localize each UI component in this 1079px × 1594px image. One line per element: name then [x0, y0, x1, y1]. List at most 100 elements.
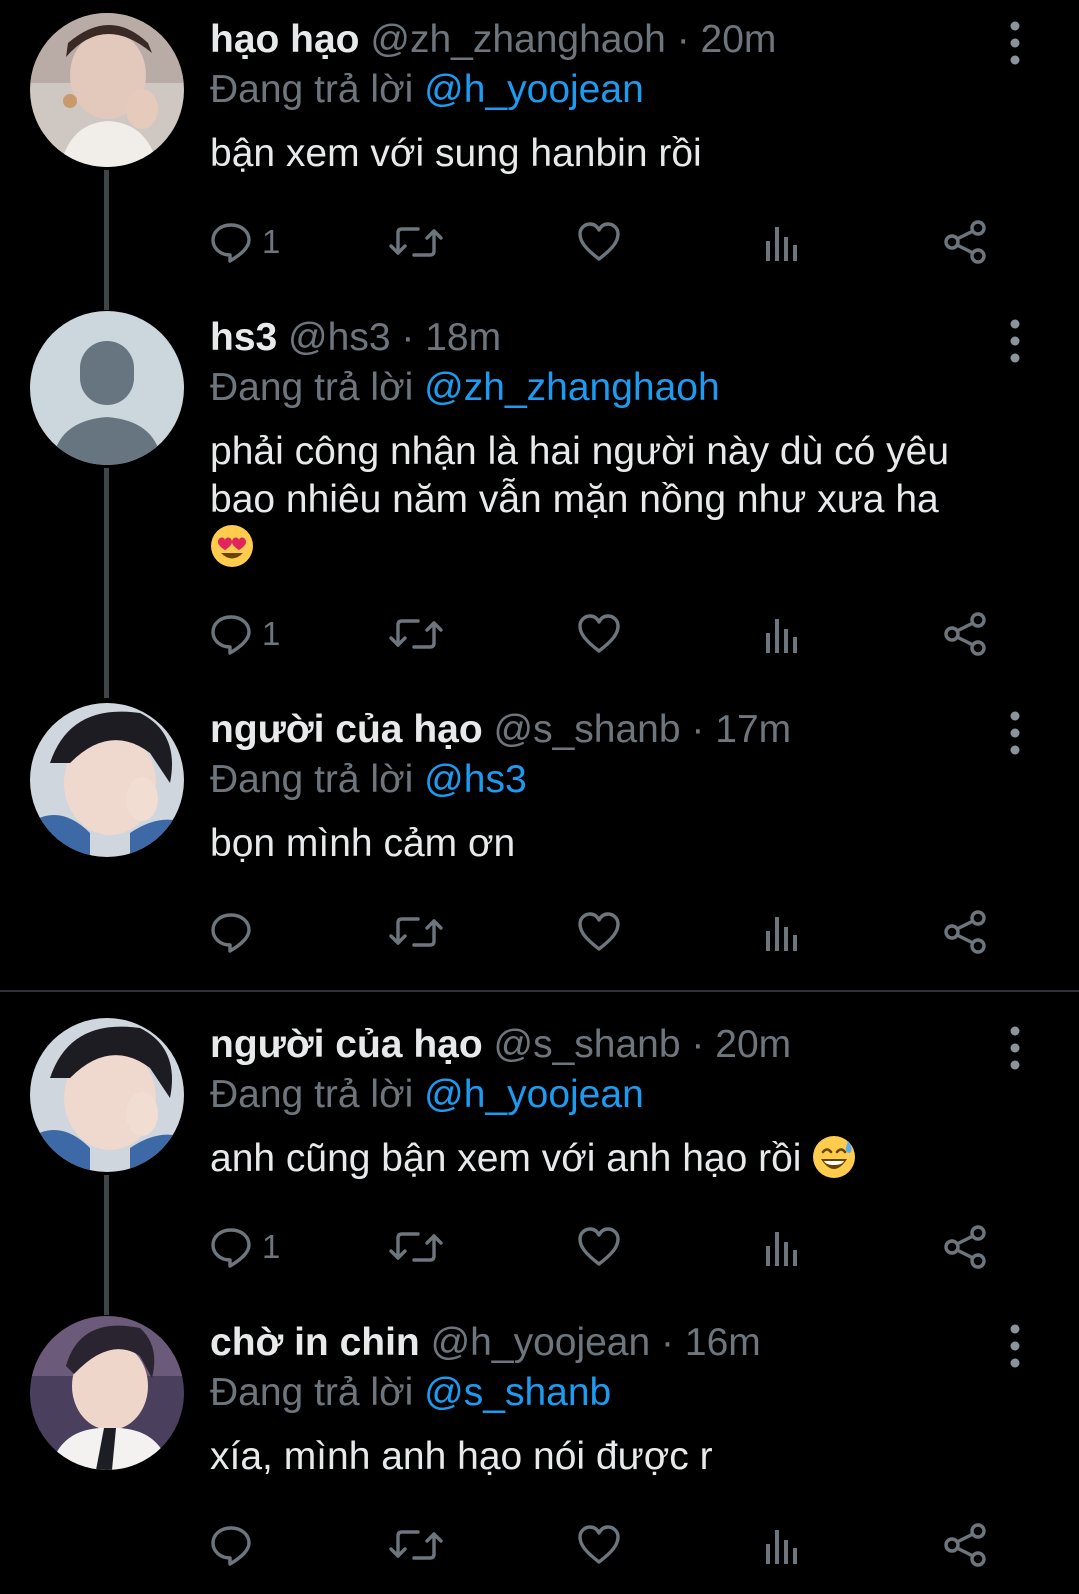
replying-prefix: Đang trả lời [210, 1371, 414, 1414]
retweet-icon [388, 1224, 444, 1270]
tweet-actions: 1 [0, 604, 1079, 664]
retweet-button[interactable] [388, 1515, 444, 1575]
analytics-button[interactable] [762, 604, 802, 664]
reply-button[interactable] [208, 1515, 262, 1575]
retweet-icon [388, 909, 444, 955]
timestamp[interactable]: 20m [701, 18, 777, 61]
share-icon [942, 611, 990, 657]
tweet-text-line: phải công nhận là hai người này dù có yê… [210, 430, 950, 473]
reply-count: 1 [262, 615, 281, 652]
mention-link[interactable]: @hs3 [424, 758, 526, 801]
retweet-button[interactable] [388, 604, 444, 664]
user-handle[interactable]: @s_shanb [494, 1023, 681, 1066]
separator-dot: · [691, 708, 705, 751]
avatar[interactable] [30, 1316, 184, 1470]
more-options-icon[interactable] [1000, 1321, 1030, 1371]
analytics-button[interactable] [762, 902, 802, 962]
like-button[interactable] [576, 1217, 622, 1277]
tweet-actions [0, 1515, 1079, 1575]
retweet-button[interactable] [388, 1217, 444, 1277]
share-button[interactable] [942, 212, 990, 272]
more-options-icon[interactable] [1000, 708, 1030, 758]
reply-count: 1 [262, 223, 281, 260]
avatar[interactable] [30, 311, 184, 465]
share-icon [942, 1522, 990, 1568]
timestamp[interactable]: 20m [715, 1023, 791, 1066]
display-name[interactable]: hs3 [210, 316, 277, 359]
analytics-icon [762, 611, 802, 657]
tweet-header: hạo hạo @zh_zhanghaoh · 20m [210, 16, 776, 64]
reply-button[interactable]: 1 [208, 604, 280, 664]
reply-button[interactable] [208, 902, 262, 962]
share-button[interactable] [942, 1217, 990, 1277]
display-name[interactable]: hạo hạo [210, 18, 360, 61]
retweet-button[interactable] [388, 902, 444, 962]
replying-to: Đang trả lời @h_yoojean [210, 66, 644, 114]
separator-dot: · [676, 18, 690, 61]
replying-prefix: Đang trả lời [210, 68, 414, 111]
tweet-actions: 1 [0, 212, 1079, 272]
analytics-button[interactable] [762, 1515, 802, 1575]
timestamp[interactable]: 17m [715, 708, 791, 751]
heart-icon [576, 1522, 622, 1568]
tweet-text: phải công nhận là hai người này dù có yê… [210, 428, 1030, 572]
share-button[interactable] [942, 1515, 990, 1575]
tweet-text: xía, mình anh hạo nói được r [210, 1435, 713, 1478]
more-options-icon[interactable] [1000, 316, 1030, 366]
avatar[interactable] [30, 703, 184, 857]
timestamp[interactable]: 18m [425, 316, 501, 359]
tweet-header: người của hạo @s_shanb · 20m [210, 1021, 791, 1069]
more-options-icon[interactable] [1000, 1023, 1030, 1073]
mention-link[interactable]: @h_yoojean [424, 1073, 644, 1116]
like-button[interactable] [576, 212, 622, 272]
user-handle[interactable]: @s_shanb [494, 708, 681, 751]
heart-icon [576, 1224, 622, 1270]
like-button[interactable] [576, 902, 622, 962]
retweet-icon [388, 1522, 444, 1568]
analytics-button[interactable] [762, 1217, 802, 1277]
share-button[interactable] [942, 604, 990, 664]
reply-icon [208, 1522, 254, 1568]
retweet-icon [388, 219, 444, 265]
tweet-header: hs3 @hs3 · 18m [210, 314, 501, 362]
reply-button[interactable]: 1 [208, 212, 280, 272]
replying-to: Đang trả lời @zh_zhanghaoh [210, 364, 720, 412]
share-icon [942, 909, 990, 955]
avatar[interactable] [30, 1018, 184, 1172]
avatar[interactable] [30, 13, 184, 167]
user-handle[interactable]: @hs3 [288, 316, 390, 359]
user-handle[interactable]: @h_yoojean [431, 1321, 651, 1364]
mention-link[interactable]: @h_yoojean [424, 68, 644, 111]
reply-button[interactable]: 1 [208, 1217, 280, 1277]
replying-prefix: Đang trả lời [210, 758, 414, 801]
analytics-button[interactable] [762, 212, 802, 272]
timestamp[interactable]: 16m [685, 1321, 761, 1364]
display-name[interactable]: chờ in chin [210, 1321, 420, 1364]
like-button[interactable] [576, 604, 622, 664]
like-button[interactable] [576, 1515, 622, 1575]
replying-prefix: Đang trả lời [210, 1073, 414, 1116]
heart-icon [576, 611, 622, 657]
heart-icon [576, 219, 622, 265]
tweet-actions [0, 902, 1079, 962]
reply-icon [208, 611, 254, 657]
mention-link[interactable]: @s_shanb [424, 1371, 611, 1414]
separator-dot: · [401, 316, 415, 359]
separator-dot: · [661, 1321, 675, 1364]
tweet-text: anh cũng bận xem với anh hạo rồi [210, 1135, 1030, 1183]
retweet-button[interactable] [388, 212, 444, 272]
user-handle[interactable]: @zh_zhanghaoh [370, 18, 666, 61]
more-options-icon[interactable] [1000, 18, 1030, 68]
share-button[interactable] [942, 902, 990, 962]
tweet-header: chờ in chin @h_yoojean · 16m [210, 1319, 761, 1367]
emoji-line [210, 524, 1030, 572]
share-icon [942, 219, 990, 265]
tweet-text-line: bao nhiêu năm vẫn mặn nồng như xưa ha [210, 478, 939, 521]
separator-dot: · [691, 1023, 705, 1066]
reply-icon [208, 1224, 254, 1270]
display-name[interactable]: người của hạo [210, 1023, 483, 1066]
replying-to: Đang trả lời @hs3 [210, 756, 527, 804]
reply-count: 1 [262, 1228, 281, 1265]
mention-link[interactable]: @zh_zhanghaoh [424, 366, 720, 409]
display-name[interactable]: người của hạo [210, 708, 483, 751]
